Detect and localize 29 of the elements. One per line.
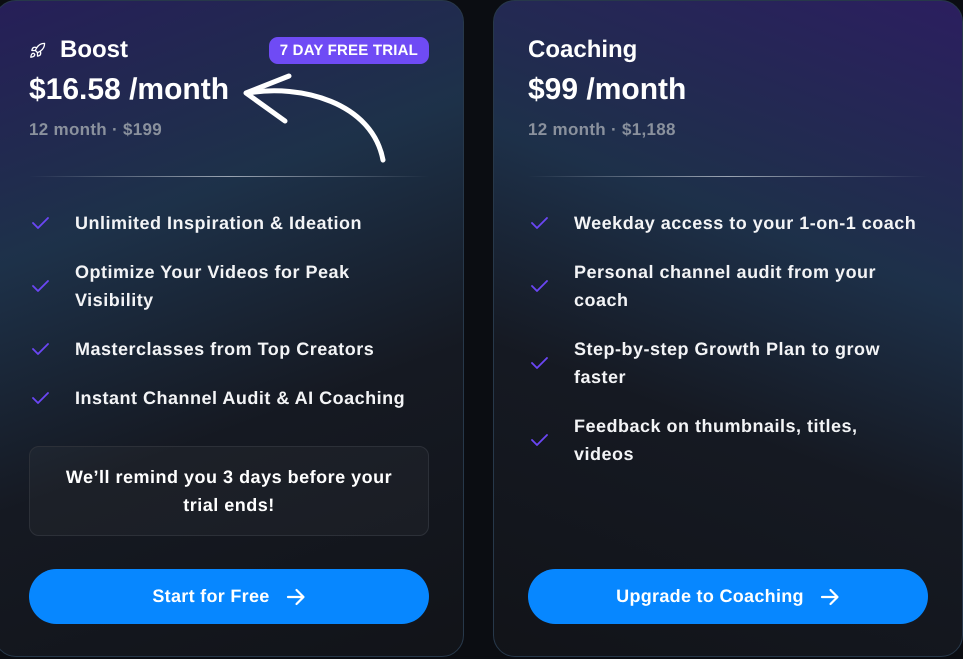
cta-button[interactable]: Start for Free [29,569,429,624]
cta-button[interactable]: Upgrade to Coaching [528,569,928,624]
trial-badge: 7 DAY FREE TRIAL [268,36,429,64]
check-icon [531,280,548,292]
plan-price: $16.58 /month [29,73,230,107]
check-icon [32,392,49,404]
arrow-right-icon [820,586,840,606]
check-icon [531,217,548,229]
check-icon [531,357,548,369]
arrow-right-icon [286,586,306,606]
feature-text: Feedback on thumbnails, titles, videos [574,415,859,466]
feature-text: Step-by-step Growth Plan to grow faster [574,338,882,389]
feature-text: Instant Channel Audit & AI Coaching [75,387,406,410]
check-icon [32,217,49,229]
feature-text: Unlimited Inspiration & Ideation [75,212,362,235]
rocket-icon [29,42,46,58]
check-icon [531,434,548,446]
check-icon [32,280,49,292]
plan-title: Coaching [528,36,638,64]
feature-text: Optimize Your Videos for Peak Visibility [75,261,351,312]
billing-text: 12 month · $199 [29,119,162,141]
billing-text: 12 month · $1,188 [528,119,676,141]
feature-text: Weekday access to your 1-on-1 coach [574,212,916,235]
feature-text: Personal channel audit from your coach [574,261,878,312]
plan-title: Boost [60,36,128,64]
reminder-note: We’ll remind you 3 days before your trial ends! [29,446,429,536]
check-icon [32,343,49,355]
feature-text: Masterclasses from Top Creators [75,338,374,361]
plan-price: $99 /month [528,73,686,107]
